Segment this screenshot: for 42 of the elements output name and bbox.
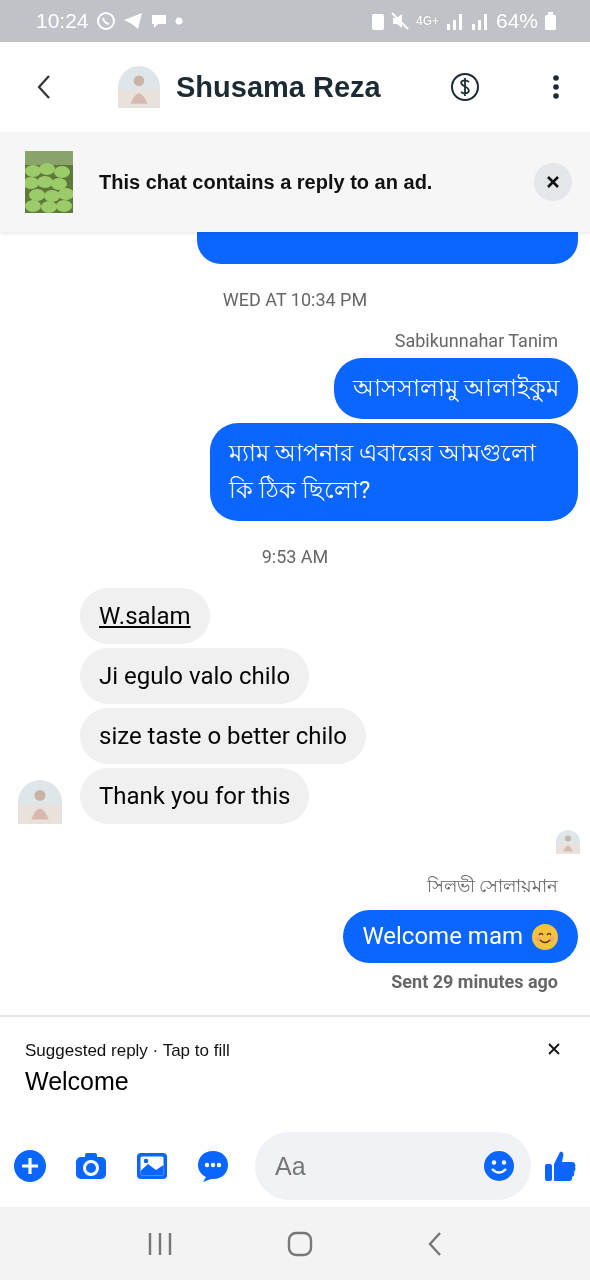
emoji-button[interactable] bbox=[483, 1150, 515, 1182]
add-button[interactable] bbox=[13, 1149, 47, 1183]
battery-saver-icon bbox=[371, 12, 384, 30]
signal-icon bbox=[470, 12, 489, 30]
message-bubble: Ji egulo valo chilo bbox=[80, 648, 310, 704]
menu-icon[interactable] bbox=[552, 75, 560, 99]
timestamp: 9:53 AM bbox=[261, 546, 329, 567]
close-button[interactable] bbox=[534, 163, 572, 201]
dot-icon bbox=[174, 17, 183, 25]
contact-name: Shusama Reza bbox=[176, 70, 381, 104]
message-bubble: Thank you for this bbox=[80, 768, 310, 824]
read-receipt-avatar bbox=[556, 830, 580, 854]
contact-avatar bbox=[118, 66, 160, 108]
suggested-reply[interactable]: Welcome bbox=[25, 1067, 565, 1096]
sender-name: সিলভী সোলায়মান bbox=[426, 874, 558, 898]
message-bubble: size taste o better chilo bbox=[80, 708, 366, 764]
message-field[interactable]: Aa bbox=[255, 1132, 531, 1200]
close-icon[interactable] bbox=[546, 175, 560, 189]
back-icon[interactable] bbox=[36, 74, 52, 100]
text-input[interactable]: Aa bbox=[273, 1150, 483, 1182]
suggestion-label: Suggested reply · Tap to fill bbox=[25, 1041, 230, 1061]
network-label: 4G+ bbox=[415, 14, 439, 28]
chat-bubbles-icon bbox=[149, 13, 168, 29]
ad-notice: This chat contains a reply to an ad. bbox=[99, 170, 434, 194]
signal-icon bbox=[445, 12, 464, 30]
message-bubble: ম্যাম আপনার এবারের আমগুলো কি ঠিক ছিলো? bbox=[210, 423, 578, 521]
mute-icon bbox=[390, 12, 409, 30]
battery-percent: 64% bbox=[495, 9, 538, 33]
dollar-icon[interactable] bbox=[450, 72, 480, 102]
message-text: Welcome mam bbox=[362, 921, 523, 952]
message-link[interactable]: W.salam bbox=[80, 588, 210, 644]
smiling-face-icon bbox=[531, 922, 559, 951]
like-button[interactable] bbox=[545, 1149, 577, 1183]
sender-name: Sabikunnahar Tanim bbox=[394, 330, 558, 351]
message-bubble: আসসালামু আলাইকুম bbox=[334, 358, 578, 419]
delivery-status: Sent 29 minutes ago bbox=[391, 971, 558, 992]
phone-chat-icon bbox=[95, 11, 116, 31]
clock-time: 10:24 bbox=[36, 9, 89, 33]
timestamp: WED AT 10:34 PM bbox=[222, 289, 368, 310]
paper-plane-icon bbox=[122, 12, 143, 30]
battery-icon bbox=[545, 12, 556, 30]
chat-more-button[interactable] bbox=[196, 1149, 230, 1183]
